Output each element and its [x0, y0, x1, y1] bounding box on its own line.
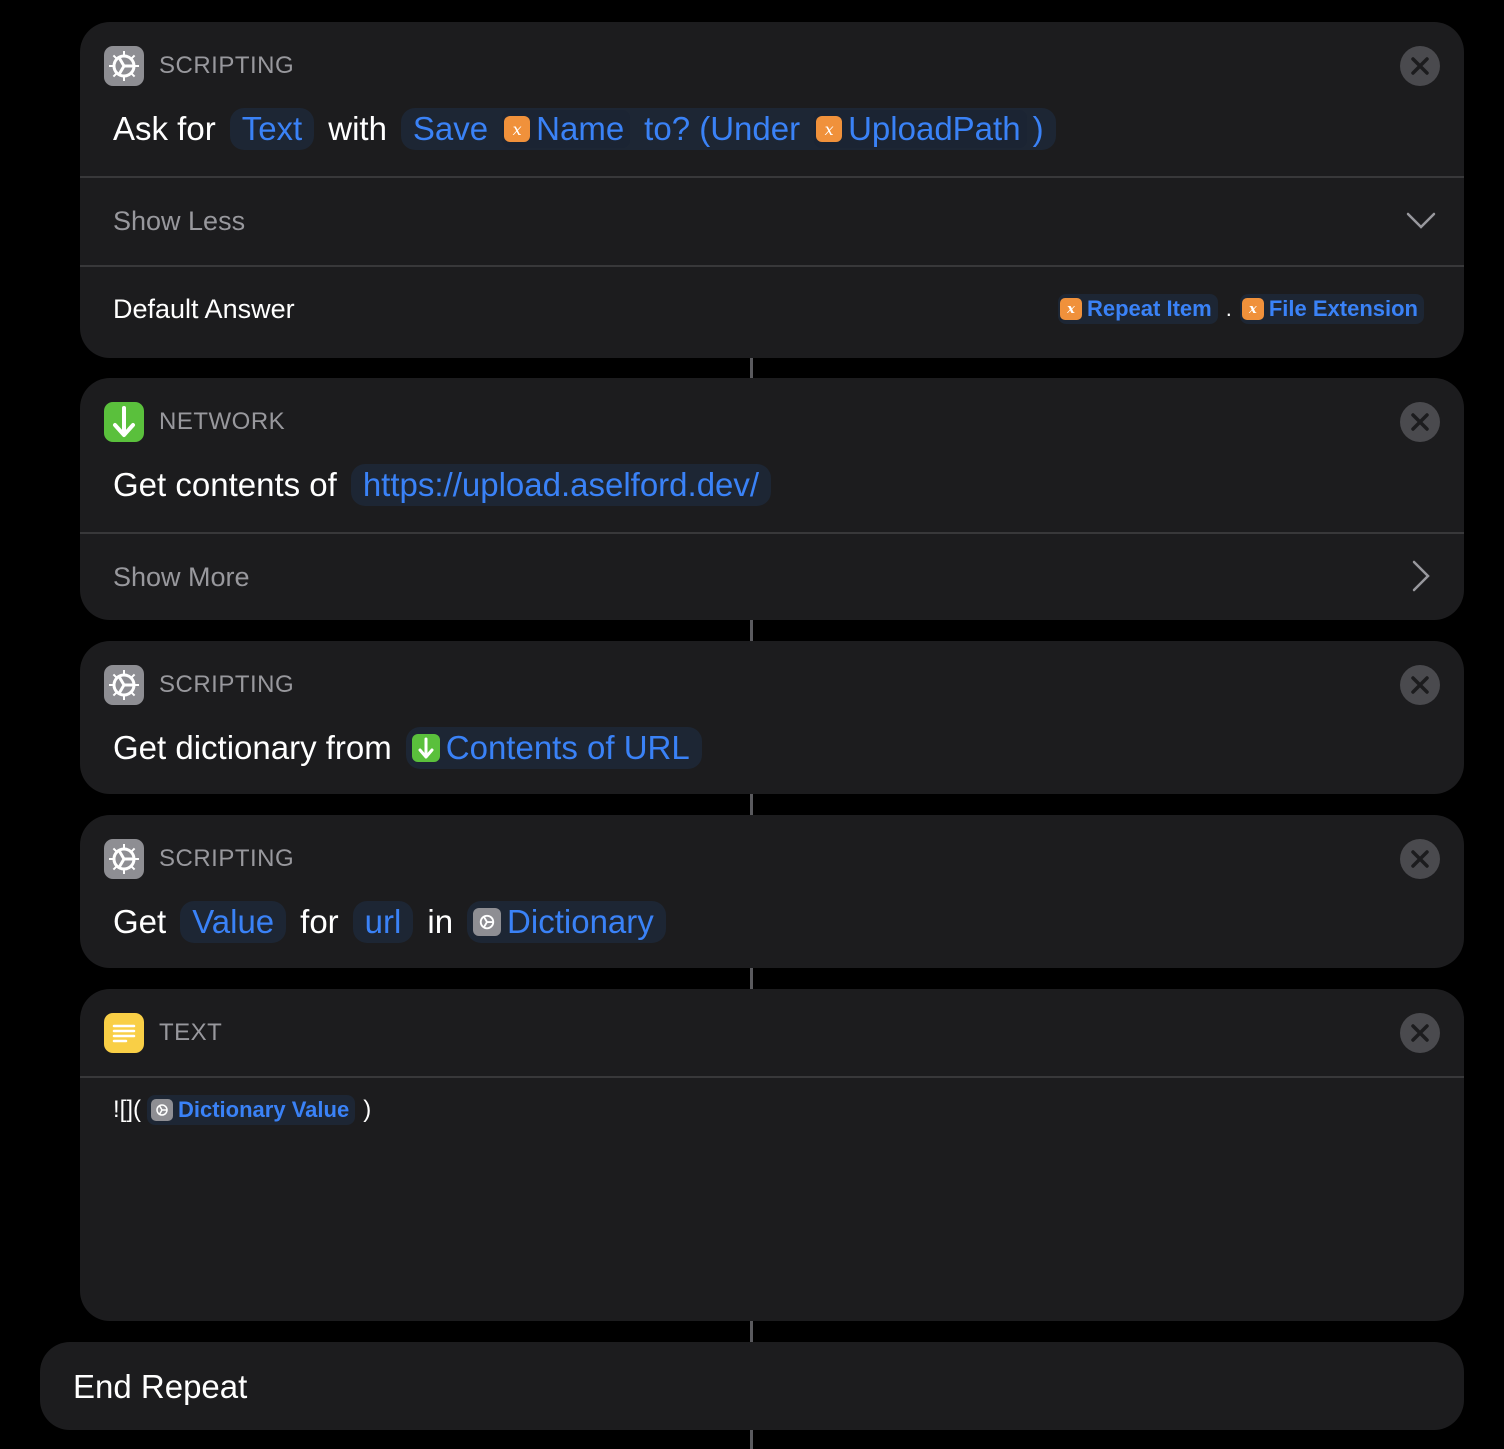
action-summary: Ask for Text with Save x Name to? (Under …	[113, 108, 1070, 150]
divider	[80, 1076, 1464, 1078]
default-answer-value[interactable]: x Repeat Item . x File Extension	[1058, 294, 1424, 324]
end-repeat-block[interactable]: End Repeat	[40, 1342, 1464, 1430]
category-label: NETWORK	[159, 408, 286, 435]
close-icon	[1411, 1024, 1429, 1042]
close-icon	[1411, 850, 1429, 868]
category-label: SCRIPTING	[159, 671, 295, 698]
action-text: in	[427, 903, 454, 940]
variable-label: UploadPath	[848, 110, 1021, 147]
action-get-contents-of-url[interactable]: NETWORK Get contents of https://upload.a…	[80, 378, 1464, 620]
input-type-token[interactable]: Text	[229, 108, 315, 150]
variable-file-extension[interactable]: x File Extension	[1239, 294, 1424, 324]
prompt-text: )	[1032, 110, 1044, 147]
action-get-dictionary-value[interactable]: SCRIPTING Get Value for url in Dictionar…	[80, 815, 1464, 968]
contents-of-url-token[interactable]: Contents of URL	[405, 727, 702, 769]
dictionary-token[interactable]: Dictionary	[467, 901, 666, 943]
action-text: Ask for	[113, 110, 216, 147]
show-less-label: Show Less	[113, 206, 246, 236]
variable-repeat-item[interactable]: x Repeat Item	[1058, 294, 1218, 324]
default-answer-label: Default Answer	[113, 294, 295, 324]
gear-icon	[104, 839, 144, 879]
category-label: SCRIPTING	[159, 52, 295, 79]
get-type-token[interactable]: Value	[180, 901, 287, 943]
connector-line	[750, 358, 753, 378]
action-summary: Get contents of https://upload.aselford.…	[113, 464, 785, 506]
text-body-editor[interactable]: ![]( Dictionary Value )	[113, 1095, 371, 1125]
prompt-text: Save	[412, 110, 489, 147]
download-arrow-icon	[411, 734, 440, 762]
remove-action-button[interactable]	[1400, 839, 1440, 879]
close-icon	[1411, 413, 1429, 431]
prompt-text: to? (Under	[644, 110, 801, 147]
prompt-token[interactable]: Save x Name to? (Under x UploadPath )	[400, 108, 1056, 150]
remove-action-button[interactable]	[1400, 1013, 1440, 1053]
remove-action-button[interactable]	[1400, 665, 1440, 705]
variable-icon: x	[504, 116, 531, 142]
connector-line	[750, 1430, 753, 1449]
connector-line	[750, 620, 753, 641]
variable-icon: x	[1241, 298, 1264, 320]
remove-action-button[interactable]	[1400, 402, 1440, 442]
close-icon	[1411, 676, 1429, 694]
variable-uploadpath[interactable]: x UploadPath	[814, 110, 1027, 148]
text-lines-icon	[104, 1013, 144, 1053]
gear-icon	[151, 1099, 173, 1121]
connector-line	[750, 794, 753, 815]
close-icon	[1411, 57, 1429, 75]
token-label: Dictionary	[507, 903, 654, 940]
action-text: Get contents of	[113, 466, 337, 503]
action-text[interactable]: TEXT ![]( Dictionary Value )	[80, 989, 1464, 1321]
divider	[80, 265, 1464, 267]
action-ask-for-input[interactable]: SCRIPTING Ask for Text with Save x Name t…	[80, 22, 1464, 358]
variable-name[interactable]: x Name	[502, 110, 631, 148]
variable-label: Dictionary Value	[178, 1097, 350, 1122]
show-less-toggle[interactable]: Show Less	[80, 178, 1464, 265]
action-text: for	[300, 903, 339, 940]
key-token[interactable]: url	[352, 901, 414, 943]
chevron-down-icon	[1406, 212, 1436, 229]
category-label: SCRIPTING	[159, 845, 295, 872]
token-label: Contents of URL	[445, 729, 690, 766]
gear-icon	[104, 46, 144, 86]
gear-icon	[473, 908, 502, 936]
end-repeat-label: End Repeat	[73, 1368, 248, 1405]
variable-icon: x	[816, 116, 843, 142]
variable-icon: x	[1060, 298, 1082, 320]
variable-label: File Extension	[1268, 296, 1418, 321]
action-text: with	[328, 110, 387, 147]
show-more-toggle[interactable]: Show More	[80, 534, 1464, 620]
action-summary: Get dictionary from Contents of URL	[113, 727, 716, 769]
remove-action-button[interactable]	[1400, 46, 1440, 86]
variable-label: Name	[536, 110, 625, 147]
gear-icon	[104, 665, 144, 705]
separator-text: .	[1225, 296, 1232, 321]
action-text: Get dictionary from	[113, 729, 392, 766]
action-summary: Get Value for url in Dictionary	[113, 901, 680, 943]
text-content: )	[363, 1096, 372, 1123]
action-get-dictionary[interactable]: SCRIPTING Get dictionary from Contents o…	[80, 641, 1464, 794]
connector-line	[750, 968, 753, 989]
text-content: ![](	[113, 1096, 141, 1123]
action-text: Get	[113, 903, 167, 940]
variable-label: Repeat Item	[1087, 296, 1212, 321]
connector-line	[750, 1321, 753, 1342]
show-more-label: Show More	[113, 562, 250, 592]
chevron-right-icon	[1412, 560, 1430, 592]
variable-dictionary-value[interactable]: Dictionary Value	[147, 1095, 356, 1125]
download-arrow-icon	[104, 402, 144, 442]
category-label: TEXT	[159, 1019, 223, 1046]
url-token[interactable]: https://upload.aselford.dev/	[350, 464, 772, 506]
